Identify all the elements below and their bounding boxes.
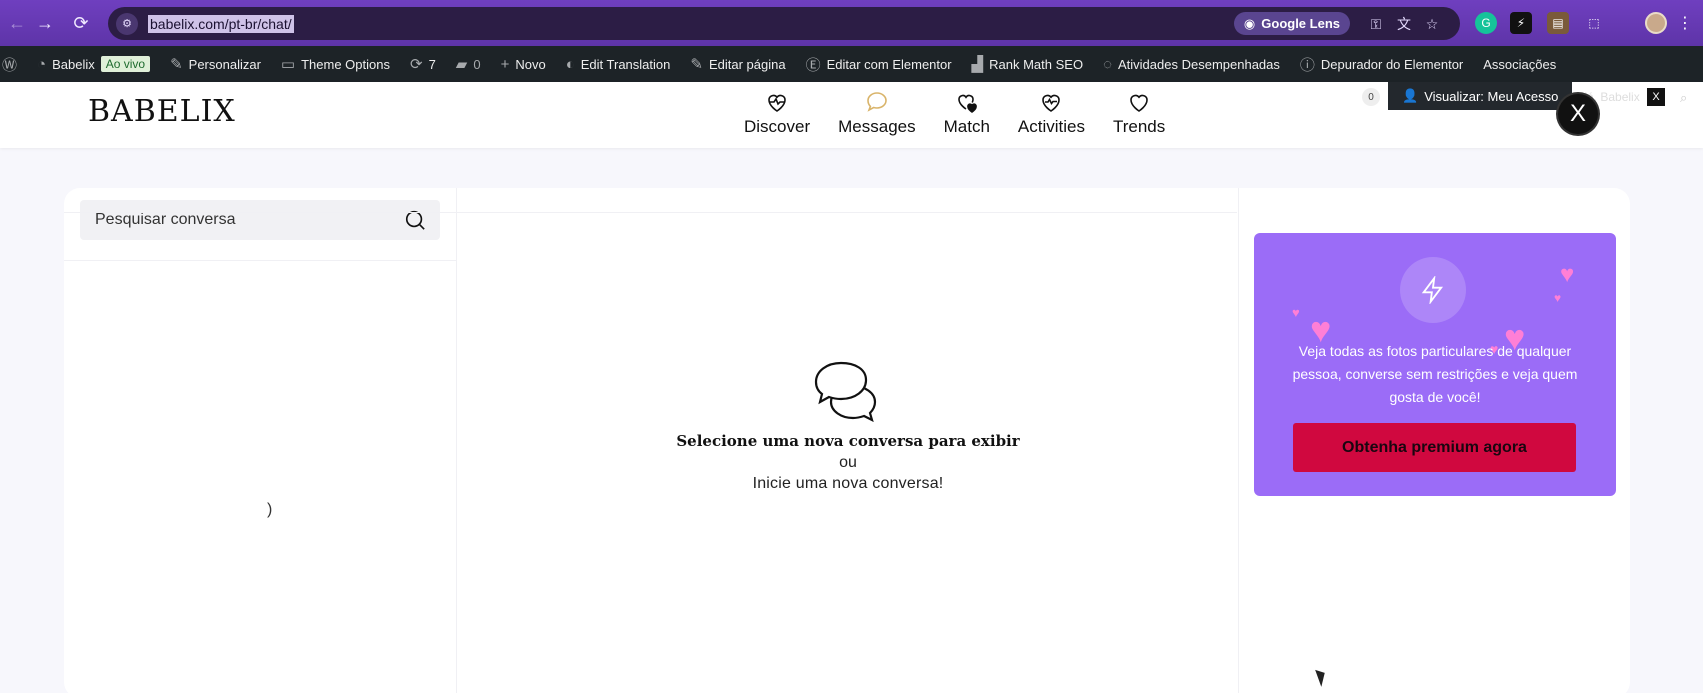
empty-or: ou <box>839 454 857 471</box>
ticket-extension-icon[interactable]: ▤ <box>1547 12 1569 34</box>
chat-bubbles-icon <box>814 361 877 422</box>
admin-search-icon[interactable]: ⌕ <box>1680 90 1687 106</box>
brush-icon: ✎ <box>170 56 183 73</box>
site-info-icon[interactable]: ⚙ <box>116 12 138 35</box>
activity-heart-icon <box>1042 94 1061 112</box>
grammarly-extension-icon[interactable]: G <box>1475 12 1497 34</box>
conversation-search[interactable] <box>80 200 440 240</box>
conversation-panel: Selecione uma nova conversa para exibir … <box>457 188 1239 693</box>
heart-decoration-icon: ♥ <box>1554 291 1562 305</box>
nav-match[interactable]: Match <box>930 90 1004 137</box>
conversation-list-panel: ) <box>64 188 457 693</box>
comment-icon: ▰ <box>455 56 468 73</box>
star-icon[interactable]: ☆ <box>1422 14 1442 34</box>
address-bar[interactable]: ⚙ babelix.com/pt-br/chat/ ◉ Google Lens … <box>108 7 1460 40</box>
heart-decoration-icon: ♥ <box>1292 305 1300 320</box>
admin-elementor-debugger[interactable]: ⓘ Depurador do Elementor <box>1290 46 1473 82</box>
chat-bubble-icon <box>867 92 887 112</box>
translate-icon[interactable]: 文 <box>1394 14 1414 34</box>
wp-admin-bar: Ⓦ ◔ Babelix Ao vivo ✎ Personalizar ▭ The… <box>0 46 1703 82</box>
admin-edit-elementor[interactable]: Ⓔ Editar com Elementor <box>796 46 962 82</box>
admin-customize[interactable]: ✎ Personalizar <box>160 46 271 82</box>
key-icon[interactable]: ⚿ <box>1366 14 1386 34</box>
double-heart-icon <box>957 94 977 113</box>
view-access-button[interactable]: 👤 Visualizar: Meu Acesso <box>1388 82 1573 110</box>
notification-count[interactable]: 0 <box>1362 88 1380 106</box>
folder-icon: ▭ <box>280 56 296 73</box>
get-premium-button[interactable]: Obtenha premium agora <box>1293 423 1576 472</box>
elementor-icon: Ⓔ <box>805 56 821 74</box>
empty-start: Inicie uma nova conversa! <box>752 475 944 492</box>
site-logo[interactable]: BABELIX <box>88 94 236 129</box>
google-lens-button[interactable]: ◉ Google Lens <box>1233 12 1350 35</box>
nav-discover[interactable]: Discover <box>730 90 824 137</box>
admin-activities[interactable]: ◌ Atividades Desempenhadas <box>1093 46 1290 82</box>
heart-icon <box>1130 94 1148 112</box>
admin-comments[interactable]: ▰ 0 <box>446 46 491 82</box>
search-input[interactable] <box>95 211 395 229</box>
admin-edit-translation[interactable]: ◐ Edit Translation <box>556 46 681 82</box>
forward-button[interactable]: → <box>28 6 62 40</box>
admin-rank-math[interactable]: ▟ Rank Math SEO <box>962 46 1093 82</box>
translation-icon: ◐ <box>565 55 575 73</box>
nav-trends[interactable]: Trends <box>1099 90 1179 137</box>
lens-label: Google Lens <box>1261 16 1340 31</box>
info-icon: ⓘ <box>1299 56 1315 74</box>
bolt-badge <box>1400 257 1466 323</box>
rank-math-icon: ▟ <box>971 56 984 73</box>
heart-decoration-icon: ♥ <box>1560 261 1575 288</box>
browser-toolbar: ← → ⟳ ⚙ babelix.com/pt-br/chat/ ◉ Google… <box>0 0 1703 46</box>
empty-state: Selecione uma nova conversa para exibir … <box>457 360 1239 493</box>
divider <box>64 260 457 261</box>
user-avatar[interactable]: X <box>1558 94 1598 134</box>
puzzle-extension-icon[interactable]: ⬚ <box>1583 12 1605 34</box>
profile-avatar[interactable] <box>1645 12 1667 34</box>
site-header: BABELIX Discover Messages Match Activiti… <box>0 82 1703 148</box>
updates-icon: ⟳ <box>409 56 423 73</box>
admin-updates[interactable]: ⟳ 7 <box>400 46 446 82</box>
plus-icon: + <box>500 55 510 73</box>
lightning-icon <box>1421 276 1444 304</box>
wordpress-logo-icon[interactable]: Ⓦ <box>0 46 27 82</box>
admin-associations[interactable]: Associações <box>1473 46 1566 82</box>
admin-edit-page[interactable]: ✎ Editar página <box>680 46 795 82</box>
main-nav: Discover Messages Match Activities Trend… <box>730 90 1179 137</box>
lens-icon: ◉ <box>1243 15 1256 31</box>
reload-button[interactable]: ⟳ <box>64 6 98 40</box>
url-text[interactable]: babelix.com/pt-br/chat/ <box>148 14 294 33</box>
pencil-icon: ✎ <box>690 56 703 73</box>
browser-menu-icon[interactable]: ⋮ <box>1677 13 1693 33</box>
live-badge: Ao vivo <box>100 56 151 72</box>
user-icon: 👤 <box>1402 88 1419 103</box>
chat-bubble-icon: ◌ <box>1103 55 1112 73</box>
premium-promo-card: ♥ ♥ ♥ ♥ ♥ ♥ Veja todas as fotos particul… <box>1254 233 1616 496</box>
bolt-extension-icon[interactable]: ⚡ <box>1510 12 1532 34</box>
admin-site-name[interactable]: ◔ Babelix Ao vivo <box>27 46 160 82</box>
premium-text: Veja todas as fotos particulares de qual… <box>1292 343 1578 405</box>
loading-spinner: ) <box>267 501 273 518</box>
dashboard-icon: ◔ <box>37 55 47 73</box>
admin-theme-options[interactable]: ▭ Theme Options <box>271 46 400 82</box>
nav-activities[interactable]: Activities <box>1004 90 1099 137</box>
x-mini-avatar[interactable]: X <box>1647 88 1665 106</box>
empty-title: Selecione uma nova conversa para exibir <box>676 432 1020 450</box>
admin-new[interactable]: + Novo <box>491 46 556 82</box>
nav-messages[interactable]: Messages <box>824 90 929 137</box>
heart-pulse-icon <box>768 94 786 112</box>
